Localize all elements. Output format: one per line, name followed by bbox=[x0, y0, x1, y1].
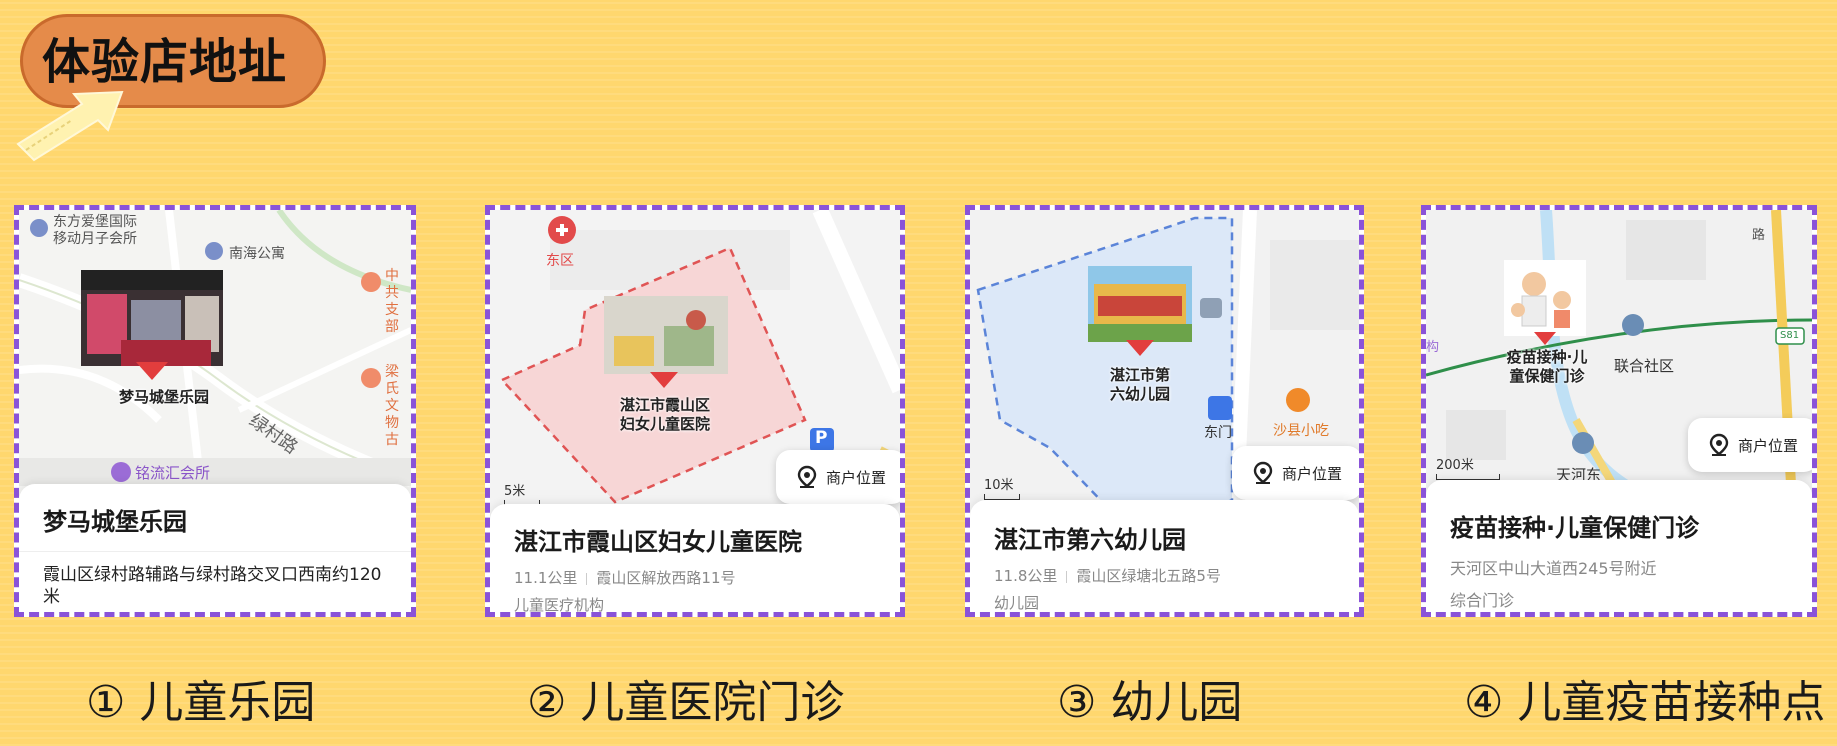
map-label-poi3b: 支部 bbox=[385, 302, 399, 335]
place-distance: 11.1公里 bbox=[514, 569, 578, 587]
map-label-poi5: 铭流汇会所 bbox=[135, 464, 211, 482]
map-label-edge: 构 bbox=[1426, 340, 1440, 355]
banner-title: 体验店地址 bbox=[42, 34, 288, 90]
pin-label: 湛江市第 六幼儿园 bbox=[1109, 366, 1170, 403]
map-scale: 10米 bbox=[984, 474, 1020, 500]
map-scale: 5米 bbox=[504, 480, 540, 506]
caption-vaccination: ④ 儿童疫苗接种点 bbox=[1464, 677, 1826, 728]
location-button-label: 商户位置 bbox=[1737, 436, 1798, 455]
card-kindergarten[interactable]: 东门 沙县小吃 10米 湛江市第 六幼儿园 商户位置 湛江市第六幼儿园 11.8… bbox=[965, 205, 1364, 617]
location-button[interactable]: 商户位置 bbox=[1688, 418, 1812, 472]
location-button-label: 商户位置 bbox=[825, 468, 886, 487]
place-meta: 11.8公里 霞山区绿塘北五路5号 bbox=[994, 565, 1335, 586]
place-title: 疫苗接种·儿童保健门诊 bbox=[1450, 514, 1700, 542]
map-label-road: 路 bbox=[1752, 228, 1766, 243]
map-scale: 200米 bbox=[1436, 454, 1500, 480]
place-address: 霞山区解放西路11号 bbox=[596, 569, 736, 587]
pin-label: 梦马城堡乐园 bbox=[118, 388, 209, 406]
place-info-panel[interactable]: 湛江市第六幼儿园 11.8公里 霞山区绿塘北五路5号 幼儿园 bbox=[970, 500, 1359, 612]
card-vaccination[interactable]: 路 构 S81 联合社区 天河东 200米 疫苗接种·儿 童保健门诊 商户位置 … bbox=[1421, 205, 1817, 617]
arrow-decoration-icon bbox=[16, 90, 124, 162]
place-info-panel[interactable]: 湛江市霞山区妇女儿童医院 11.1公里 霞山区解放西路11号 儿童医疗机构 bbox=[490, 504, 900, 612]
place-category: 幼儿园 bbox=[994, 594, 1040, 612]
place-meta: 11.1公里 霞山区解放西路11号 bbox=[514, 567, 876, 588]
place-category: 综合门诊 bbox=[1450, 591, 1515, 610]
location-button[interactable]: 商户位置 bbox=[776, 450, 900, 504]
location-pin[interactable] bbox=[81, 270, 223, 380]
map-label-poi1: 东方爱堡国际 bbox=[53, 214, 137, 230]
caption-hospital: ② 儿童医院门诊 bbox=[527, 677, 845, 728]
vaccination-photo-icon bbox=[1504, 260, 1586, 336]
location-marker-icon bbox=[1253, 461, 1273, 484]
location-button[interactable]: 商户位置 bbox=[1232, 446, 1359, 500]
map-label-gate: 东门 bbox=[1204, 425, 1232, 441]
place-address: 霞山区绿塘北五路5号 bbox=[1076, 567, 1221, 585]
metro-badge: S81 bbox=[1780, 330, 1800, 341]
location-marker-icon bbox=[1709, 433, 1729, 456]
map-label-poi4: 梁氏 bbox=[385, 364, 399, 397]
caption-playground: ① 儿童乐园 bbox=[86, 677, 316, 728]
location-button-label: 商户位置 bbox=[1281, 464, 1342, 483]
pin-label: 疫苗接种·儿 童保健门诊 bbox=[1506, 348, 1588, 385]
card-playground[interactable]: 东方爱堡国际 移动月子会所 南海公寓 中共 支部 梁氏 文物古 绿村路 铭流汇会… bbox=[14, 205, 416, 617]
location-pin[interactable] bbox=[1088, 266, 1192, 356]
kindergarten-photo-icon bbox=[1088, 266, 1192, 342]
map-label-poi1b: 移动月子会所 bbox=[53, 231, 137, 247]
pin-label: 湛江市霞山区 妇女儿童医院 bbox=[619, 396, 710, 433]
map-label-poi3: 中共 bbox=[385, 268, 399, 301]
location-pin[interactable] bbox=[604, 296, 728, 396]
hospital-photo-icon bbox=[604, 296, 728, 374]
map-label-food: 沙县小吃 bbox=[1273, 423, 1329, 439]
map-label-poi4b: 文物古 bbox=[385, 398, 399, 448]
place-title: 湛江市霞山区妇女儿童医院 bbox=[514, 528, 802, 556]
playground-photo-icon bbox=[81, 270, 223, 366]
place-category: 儿童医疗机构 bbox=[514, 596, 605, 614]
place-distance: 11.8公里 bbox=[994, 567, 1058, 585]
parking-icon: P bbox=[815, 428, 828, 448]
place-info-panel[interactable]: 疫苗接种·儿童保健门诊 天河区中山大道西245号附近 综合门诊 bbox=[1426, 480, 1812, 612]
place-address: 霞山区绿村路辅路与绿村路交叉口西南约120米 bbox=[43, 565, 382, 607]
place-title: 梦马城堡乐园 bbox=[43, 508, 187, 536]
place-title: 湛江市第六幼儿园 bbox=[994, 526, 1186, 554]
place-info-panel[interactable]: 梦马城堡乐园 霞山区绿村路辅路与绿村路交叉口西南约120米 bbox=[19, 484, 411, 612]
map-label-district: 东区 bbox=[546, 253, 574, 269]
location-pin[interactable] bbox=[1504, 260, 1586, 352]
map-label-community: 联合社区 bbox=[1614, 357, 1675, 375]
map-label-poi2: 南海公寓 bbox=[229, 246, 285, 262]
place-address: 天河区中山大道西245号附近 bbox=[1450, 559, 1657, 578]
caption-kindergarten: ③ 幼儿园 bbox=[1057, 677, 1243, 728]
card-hospital[interactable]: 东区 P 5米 湛江市霞山区 妇女儿童医院 商户位置 湛江市霞山区妇女儿童医院 … bbox=[485, 205, 905, 617]
location-marker-icon bbox=[797, 465, 817, 488]
